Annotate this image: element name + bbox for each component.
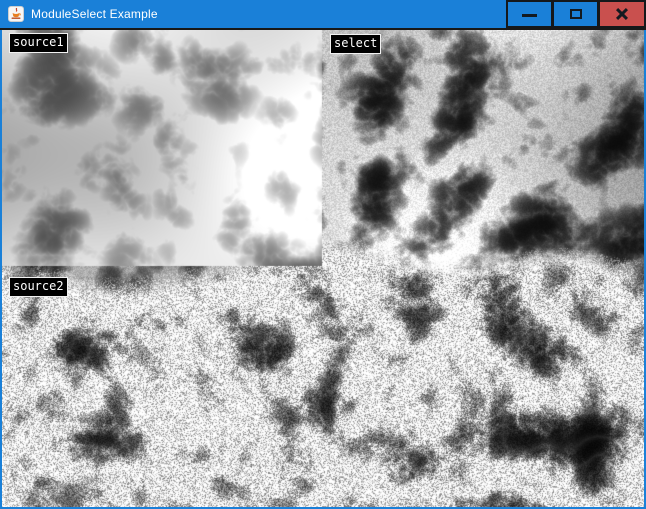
minimize-icon (522, 14, 537, 17)
render-area: source1 select source2 (2, 30, 644, 507)
minimize-button[interactable] (506, 0, 553, 28)
noise-render-canvas (2, 30, 644, 507)
java-coffee-cup-icon (8, 6, 24, 22)
close-icon (615, 7, 629, 21)
app-window: ModuleSelect Example source1 select sour… (0, 0, 646, 509)
source1-label: source1 (9, 33, 68, 53)
window-controls (506, 0, 646, 28)
maximize-button[interactable] (552, 0, 599, 28)
close-button[interactable] (598, 0, 646, 28)
titlebar[interactable]: ModuleSelect Example (0, 0, 646, 30)
window-title: ModuleSelect Example (31, 7, 158, 21)
select-label: select (330, 34, 381, 54)
source2-label: source2 (9, 277, 68, 297)
maximize-icon (570, 9, 582, 19)
